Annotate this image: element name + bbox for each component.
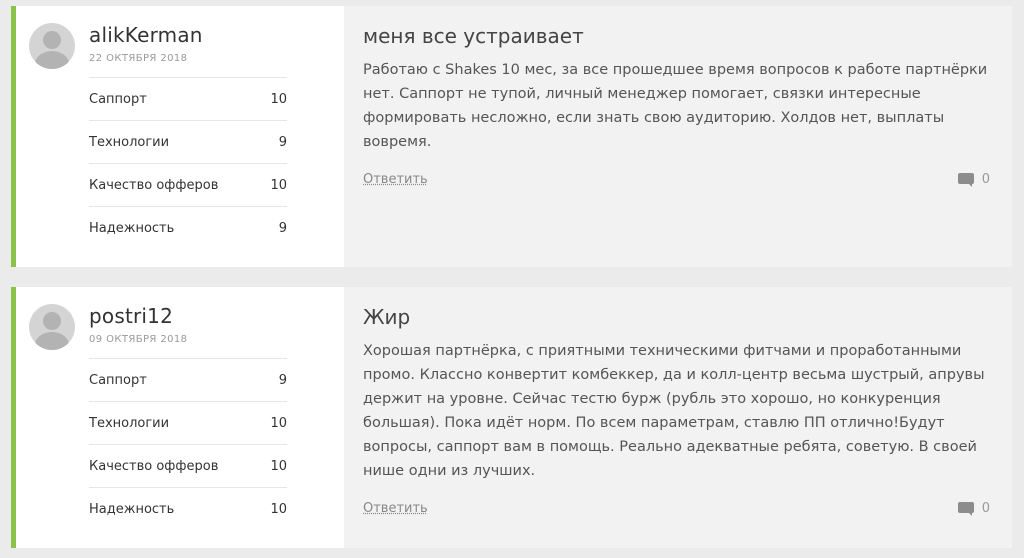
rating-value: 10: [270, 458, 287, 474]
rating-label: Технологии: [89, 134, 170, 150]
comments-counter[interactable]: 0: [957, 501, 990, 516]
ratings-list: Саппорт 9 Технологии 10 Качество офферов…: [89, 358, 287, 530]
reply-link[interactable]: Ответить: [363, 501, 428, 516]
rating-label: Качество офферов: [89, 177, 219, 193]
review-text: Хорошая партнёрка, с приятными техническ…: [363, 343, 985, 479]
review-date: 22 ОКТЯБРЯ 2018: [89, 53, 188, 64]
review-author-panel: alikKerman 22 ОКТЯБРЯ 2018 Саппорт 10 Те…: [16, 6, 344, 267]
review-title: меня все устраивает: [363, 24, 584, 48]
user-avatar-icon: [29, 304, 75, 350]
ratings-list: Саппорт 10 Технологии 9 Качество офферов…: [89, 77, 287, 249]
comments-count: 0: [981, 172, 990, 187]
rating-row: Надежность 10: [89, 487, 287, 530]
rating-row: Качество офферов 10: [89, 163, 287, 206]
review-text: Работаю с Shakes 10 мес, за все прошедше…: [363, 62, 988, 150]
rating-label: Саппорт: [89, 91, 147, 107]
username[interactable]: postri12: [89, 304, 173, 328]
rating-row: Качество офферов 10: [89, 444, 287, 487]
rating-row: Технологии 9: [89, 120, 287, 163]
comment-bubble-icon: [957, 501, 974, 516]
username[interactable]: alikKerman: [89, 23, 203, 47]
comment-bubble-icon: [957, 172, 974, 187]
review-content: Жир Хорошая партнёрка, с приятными техни…: [344, 287, 1012, 548]
user-avatar-icon: [29, 23, 75, 69]
review-content: меня все устраивает Работаю с Shakes 10 …: [344, 6, 1012, 267]
review-author-panel: postri12 09 ОКТЯБРЯ 2018 Саппорт 9 Техно…: [16, 287, 344, 548]
rating-value: 10: [270, 177, 287, 193]
rating-value: 10: [270, 91, 287, 107]
rating-row: Саппорт 9: [89, 358, 287, 401]
rating-label: Саппорт: [89, 372, 147, 388]
rating-label: Технологии: [89, 415, 170, 431]
comments-count: 0: [981, 501, 990, 516]
rating-value: 9: [278, 134, 287, 150]
rating-row: Саппорт 10: [89, 77, 287, 120]
review-title: Жир: [363, 305, 411, 329]
review-date: 09 ОКТЯБРЯ 2018: [89, 334, 188, 345]
rating-value: 10: [270, 415, 287, 431]
review-card: postri12 09 ОКТЯБРЯ 2018 Саппорт 9 Техно…: [11, 287, 1012, 548]
rating-label: Надежность: [89, 501, 175, 517]
rating-label: Качество офферов: [89, 458, 219, 474]
rating-value: 9: [278, 372, 287, 388]
rating-row: Технологии 10: [89, 401, 287, 444]
comments-counter[interactable]: 0: [957, 172, 990, 187]
reply-link[interactable]: Ответить: [363, 172, 428, 187]
rating-label: Надежность: [89, 220, 175, 236]
review-card: alikKerman 22 ОКТЯБРЯ 2018 Саппорт 10 Те…: [11, 6, 1012, 267]
rating-value: 10: [270, 501, 287, 517]
rating-value: 9: [278, 220, 287, 236]
rating-row: Надежность 9: [89, 206, 287, 249]
